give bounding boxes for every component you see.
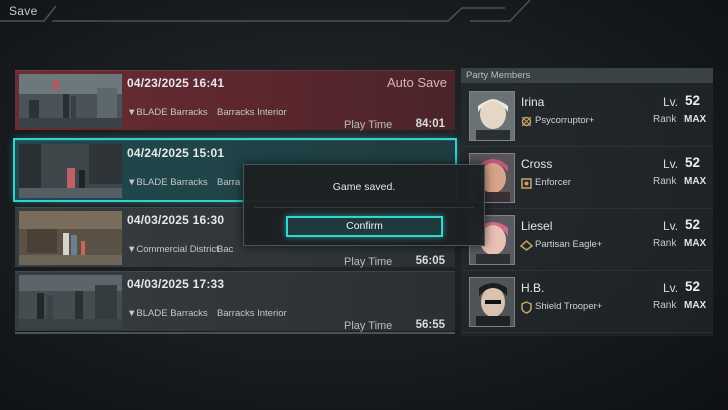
save-thumbnail — [19, 211, 122, 265]
page-title: Save — [9, 4, 38, 18]
dialog-message: Game saved. — [332, 181, 396, 193]
party-member: Cross Enforcer Lv. 52 Rank MAX — [461, 147, 713, 209]
save-slot[interactable]: 04/03/2025 17:33 ▼BLADE Barracks Barrack… — [15, 271, 455, 332]
dialog-divider — [254, 207, 474, 208]
partisan-eagle-icon — [520, 239, 533, 251]
save-confirm-dialog: Game saved. Confirm — [243, 164, 485, 246]
save-date: 04/24/2025 15:01 — [127, 146, 225, 160]
header-frame — [0, 0, 531, 22]
save-sublocation: Barracks Interior — [217, 308, 287, 319]
member-name: Cross — [521, 157, 553, 171]
save-location: ▼BLADE Barracks — [127, 177, 208, 188]
save-thumbnail — [19, 275, 122, 329]
save-date: 04/03/2025 16:30 — [127, 213, 225, 227]
save-date: 04/23/2025 16:41 — [127, 76, 225, 90]
save-location: ▼BLADE Barracks — [127, 308, 208, 319]
playtime-value: 56:55 — [415, 319, 445, 331]
psycorruptor-icon — [521, 116, 532, 127]
playtime-value: 84:01 — [415, 118, 445, 130]
member-level: 52 — [685, 155, 701, 170]
member-class: Psycorruptor+ — [535, 115, 595, 126]
save-location: ▼BLADE Barracks — [127, 107, 208, 118]
save-sublocation: Barracks Interior — [217, 107, 287, 118]
party-member: Liesel Partisan Eagle+ Lv. 52 Rank MAX — [461, 209, 713, 271]
enforcer-icon — [521, 178, 532, 189]
member-level: 52 — [685, 279, 701, 294]
level-label: Lv. — [663, 219, 679, 233]
member-level: 52 — [685, 217, 701, 232]
rank-label: Rank — [653, 114, 677, 125]
level-label: Lv. — [663, 95, 679, 109]
portrait-irina — [469, 91, 515, 141]
playtime-label: Play Time — [344, 256, 393, 268]
party-members-panel: Party Members Irina Psycorruptor+ Lv. 52… — [461, 68, 713, 336]
member-rank: MAX — [684, 300, 707, 311]
save-sublocation: Barra — [217, 177, 241, 188]
member-class: Shield Trooper+ — [535, 301, 603, 312]
shield-trooper-icon — [521, 301, 532, 314]
top-bar: Save — [0, 0, 728, 22]
level-label: Lv. — [663, 157, 679, 171]
rank-label: Rank — [653, 238, 677, 249]
list-divider — [15, 332, 455, 334]
auto-save-badge: Auto Save — [387, 75, 447, 90]
member-name: Irina — [521, 95, 545, 109]
level-label: Lv. — [663, 281, 679, 295]
playtime-value: 56:05 — [415, 255, 445, 267]
save-thumbnail — [19, 144, 122, 198]
member-level: 52 — [685, 93, 701, 108]
member-class: Partisan Eagle+ — [535, 239, 603, 250]
save-date: 04/03/2025 17:33 — [127, 277, 225, 291]
party-member: Irina Psycorruptor+ Lv. 52 Rank MAX — [461, 85, 713, 147]
member-rank: MAX — [684, 114, 707, 125]
portrait-hb — [469, 277, 515, 327]
save-thumbnail — [19, 74, 122, 128]
rank-label: Rank — [653, 176, 677, 187]
save-slot[interactable]: 04/23/2025 16:41 Auto Save ▼BLADE Barrac… — [15, 70, 455, 131]
member-class: Enforcer — [535, 177, 571, 188]
member-name: H.B. — [521, 281, 545, 295]
member-name: Liesel — [521, 219, 553, 233]
rank-label: Rank — [653, 300, 677, 311]
member-rank: MAX — [684, 238, 707, 249]
save-location: ▼Commercial District — [127, 244, 219, 255]
save-sublocation: Bac — [217, 244, 234, 255]
playtime-label: Play Time — [344, 119, 393, 131]
playtime-label: Play Time — [344, 320, 393, 332]
confirm-button[interactable]: Confirm — [286, 216, 443, 237]
party-members-header: Party Members — [461, 68, 713, 83]
member-rank: MAX — [684, 176, 707, 187]
party-member: H.B. Shield Trooper+ Lv. 52 Rank MAX — [461, 271, 713, 333]
